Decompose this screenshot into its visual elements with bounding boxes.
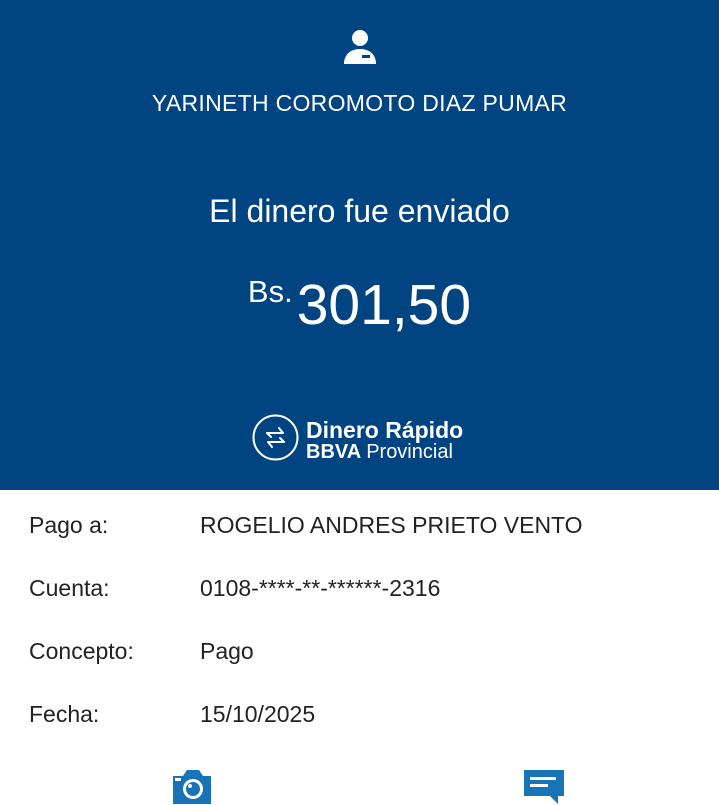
brand-name: Dinero Rápido	[306, 417, 464, 443]
currency-symbol: Bs.	[247, 274, 293, 309]
user-icon	[344, 30, 376, 64]
transfer-status: El dinero fue enviado	[209, 193, 510, 229]
transfer-arrows-icon	[252, 414, 299, 461]
brand-bbva: BBVA	[306, 441, 362, 463]
detail-value: Pago	[200, 638, 254, 664]
detail-label: Cuenta:	[29, 575, 110, 601]
brand-logo: Dinero Rápido BBVA Provincial	[252, 414, 482, 466]
detail-value: 15/10/2025	[200, 701, 316, 727]
chat-icon[interactable]	[522, 768, 566, 805]
amount-value: 301,50	[296, 273, 472, 337]
detail-row-recipient: Pago a: ROGELIO ANDRES PRIETO VENTO	[0, 512, 719, 552]
receipt-header: YARINETH COROMOTO DIAZ PUMAR El dinero f…	[0, 0, 719, 490]
amount-display: Bs.301,50	[0, 272, 719, 338]
detail-label: Pago a:	[29, 512, 109, 538]
detail-label: Concepto:	[29, 638, 134, 664]
detail-value: 0108-****-**-******-2316	[200, 575, 441, 601]
brand-bank: BBVA Provincial	[306, 441, 453, 464]
detail-row-concept: Concepto: Pago	[0, 638, 719, 678]
camera-icon[interactable]	[171, 768, 213, 804]
detail-value: ROGELIO ANDRES PRIETO VENTO	[200, 512, 583, 538]
brand-provincial: Provincial	[366, 441, 453, 463]
detail-row-account: Cuenta: 0108-****-**-******-2316	[0, 575, 719, 615]
detail-label: Fecha:	[29, 701, 100, 727]
detail-row-date: Fecha: 15/10/2025	[0, 701, 719, 741]
user-name: YARINETH COROMOTO DIAZ PUMAR	[151, 90, 568, 116]
